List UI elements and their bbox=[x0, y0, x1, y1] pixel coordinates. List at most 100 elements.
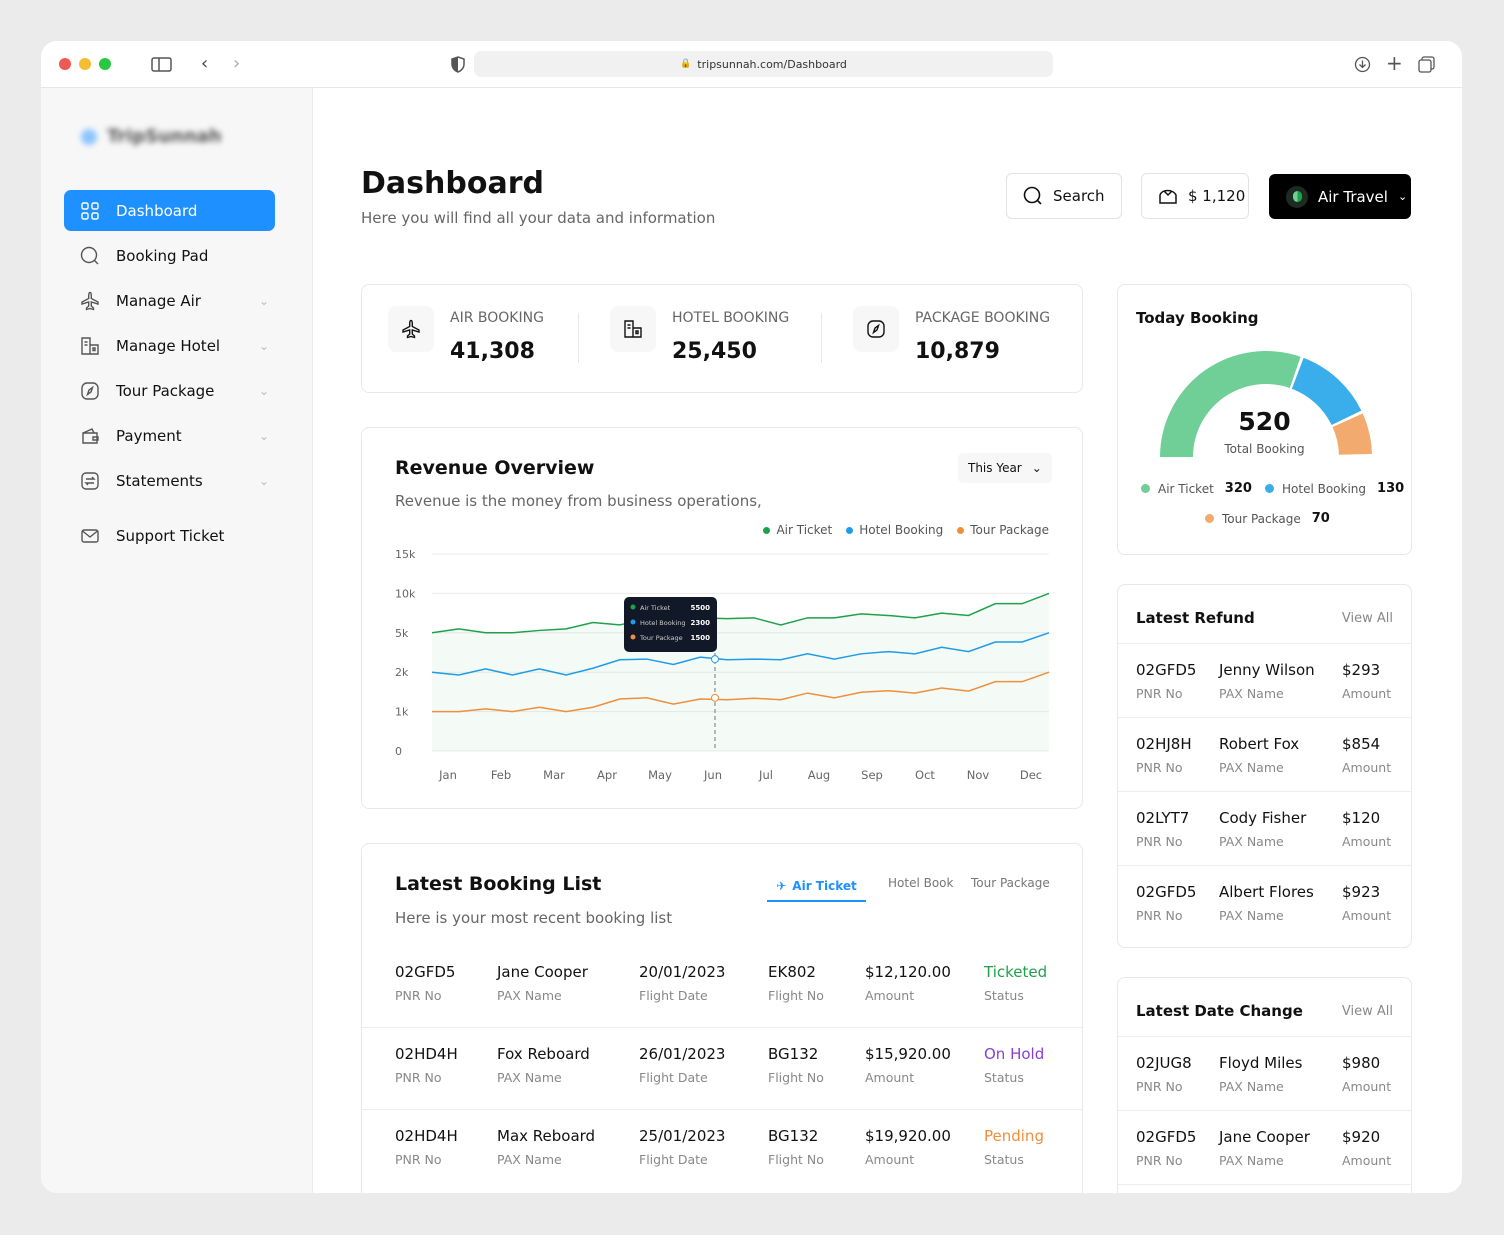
tooltip-label: Tour Package bbox=[639, 634, 683, 642]
cell-value: $12,120.00 bbox=[865, 963, 951, 981]
sidebar-item-label: Statements bbox=[116, 471, 203, 490]
booking-row[interactable]: 02GFD5 PNR No Jane Cooper PAX Name 20/01/202… bbox=[362, 946, 1082, 1028]
cell-amount: $923 Amount bbox=[1342, 883, 1391, 923]
cell-name: Floyd Miles PAX Name bbox=[1219, 1054, 1302, 1094]
refund-row[interactable]: 02GFD5 PNR No Jenny Wilson PAX Name $293 Amou… bbox=[1118, 644, 1411, 718]
tab-air-ticket[interactable]: ✈ Air Ticket bbox=[767, 872, 866, 902]
logo[interactable]: TripSunnah bbox=[81, 126, 222, 147]
x-tick-label: May bbox=[648, 768, 672, 782]
forward-icon[interactable]: › bbox=[233, 53, 240, 74]
balance-button[interactable]: $ 1,120 bbox=[1141, 173, 1249, 219]
cell-value: EK802 bbox=[768, 963, 816, 981]
cell-value: Jane Cooper bbox=[497, 963, 588, 981]
revenue-line-chart[interactable]: 0 1k 2k 5k 10k 15k Jan Feb Mar Apr May Jun Jul Aug Sep… bbox=[362, 428, 1084, 810]
view-all-link[interactable]: View All bbox=[1342, 1004, 1393, 1019]
back-icon[interactable]: ‹ bbox=[201, 53, 208, 74]
shield-icon[interactable] bbox=[451, 56, 465, 73]
tooltip-value: 5500 bbox=[691, 604, 711, 612]
booking-list-title: Latest Booking List bbox=[395, 873, 602, 895]
new-tab-icon[interactable]: + bbox=[1386, 51, 1403, 75]
stat-value: 41,308 bbox=[450, 339, 535, 364]
close-window-button[interactable] bbox=[59, 58, 71, 70]
cell-value: $120 bbox=[1342, 809, 1381, 827]
lock-icon: 🔒 bbox=[680, 59, 692, 69]
legend-value: 320 bbox=[1224, 481, 1252, 496]
cell-pnr: 02GFD5 PNR No bbox=[1136, 1128, 1196, 1168]
stat-icon-box bbox=[610, 306, 656, 352]
travel-mode-dropdown[interactable]: Air Travel ⌄ bbox=[1269, 174, 1411, 219]
chevron-down-icon: ⌄ bbox=[258, 473, 269, 488]
view-all-link[interactable]: View All bbox=[1342, 611, 1393, 626]
booking-cell-name: Jane Cooper PAX Name bbox=[497, 963, 588, 1003]
tooltip-dot bbox=[630, 619, 636, 625]
sidebar-toggle-icon[interactable] bbox=[151, 57, 173, 73]
cell-label: Flight Date bbox=[639, 1152, 708, 1167]
sidebar-item-statements[interactable]: Statements ⌄ bbox=[64, 460, 275, 501]
plane-icon bbox=[402, 319, 420, 339]
cell-name: Jenny Wilson PAX Name bbox=[1219, 661, 1315, 701]
cell-value: 02GFD5 bbox=[1136, 1128, 1197, 1146]
sidebar-item-manage-hotel[interactable]: Manage Hotel ⌄ bbox=[64, 325, 275, 366]
booking-cell-amount: $15,920.00 Amount bbox=[865, 1045, 951, 1085]
hover-marker bbox=[711, 693, 719, 702]
cell-value: Floyd Miles bbox=[1219, 1054, 1303, 1072]
plane-icon: ✈ bbox=[776, 879, 787, 893]
sidebar-item-tour-package[interactable]: Tour Package ⌄ bbox=[64, 370, 275, 411]
revenue-overview-card: Revenue Overview Revenue is the money fr… bbox=[361, 427, 1083, 809]
wallet-icon bbox=[82, 427, 99, 444]
sidebar-item-manage-air[interactable]: Manage Air ⌄ bbox=[64, 280, 275, 321]
cell-label: Status bbox=[984, 1070, 1024, 1085]
booking-cell-pnr: 02HD4H PNR No bbox=[395, 1127, 458, 1167]
cell-value: $15,920.00 bbox=[865, 1045, 951, 1063]
sidebar-item-dashboard[interactable]: Dashboard bbox=[64, 190, 275, 231]
cell-name: Albert Flores PAX Name bbox=[1219, 883, 1314, 923]
cell-label: Flight No bbox=[768, 988, 824, 1003]
cell-pnr: 02GFD5 PNR No bbox=[1136, 661, 1196, 701]
cell-label: Amount bbox=[865, 988, 915, 1003]
booking-cell-flight: BG132 Flight No bbox=[768, 1127, 824, 1167]
y-tick-label: 0 bbox=[395, 745, 402, 758]
booking-cell-date: 20/01/2023 Flight Date bbox=[639, 963, 725, 1003]
booking-cell-date: 25/01/2023 Flight Date bbox=[639, 1127, 725, 1167]
sidebar-item-support-ticket[interactable]: Support Ticket bbox=[64, 515, 275, 556]
chevron-down-icon: ⌄ bbox=[1397, 190, 1408, 203]
cell-label: PNR No bbox=[1136, 1153, 1183, 1168]
dchange-row[interactable]: 02JUG8 PNR No Floyd Miles PAX Name $980 Amoun… bbox=[1118, 1037, 1411, 1111]
search-button[interactable]: Search bbox=[1006, 173, 1122, 219]
dchange-row[interactable]: 02GFD5 PNR No Jane Cooper PAX Name $920 Amoun… bbox=[1118, 1111, 1411, 1185]
sidebar-item-label: Manage Hotel bbox=[116, 336, 221, 355]
tab-hotel-book[interactable]: Hotel Book bbox=[888, 876, 953, 890]
maximize-window-button[interactable] bbox=[99, 58, 111, 70]
tab-tour-package[interactable]: Tour Package bbox=[971, 876, 1050, 890]
stat-value: 10,879 bbox=[915, 339, 1000, 364]
booking-row[interactable]: 02HD4H PNR No Max Reboard PAX Name 25/01/202… bbox=[362, 1110, 1082, 1192]
refund-row[interactable]: 02GFD5 PNR No Albert Flores PAX Name $923 Amo… bbox=[1118, 866, 1411, 940]
booking-cell-flight: BG132 Flight No bbox=[768, 1045, 824, 1085]
dchange-title: Latest Date Change bbox=[1136, 1002, 1303, 1020]
cell-value: $293 bbox=[1342, 661, 1381, 679]
cell-value: 02GFD5 bbox=[1136, 661, 1197, 679]
address-bar[interactable]: 🔒 tripsunnah.com/Dashboard bbox=[474, 51, 1053, 77]
booking-cell-name: Fox Reboard PAX Name bbox=[497, 1045, 590, 1085]
refund-row[interactable]: 02HJ8H PNR No Robert Fox PAX Name $854 Amount bbox=[1118, 718, 1411, 792]
download-icon[interactable] bbox=[1354, 56, 1371, 73]
sidebar: TripSunnah Dashboard Booking Pad Manage Ai… bbox=[41, 88, 313, 1193]
cell-value: BG132 bbox=[768, 1127, 819, 1145]
minimize-window-button[interactable] bbox=[79, 58, 91, 70]
sidebar-item-booking-pad[interactable]: Booking Pad bbox=[64, 235, 275, 276]
sidebar-item-payment[interactable]: Payment ⌄ bbox=[64, 415, 275, 456]
refund-row[interactable]: 02LYT7 PNR No Cody Fisher PAX Name $120 Amoun… bbox=[1118, 792, 1411, 866]
y-tick-label: 15k bbox=[395, 548, 416, 561]
booking-cell-date: 26/01/2023 Flight Date bbox=[639, 1045, 725, 1085]
cell-label: PNR No bbox=[395, 1070, 442, 1085]
booking-row[interactable]: 02HD4H PNR No Fox Reboard PAX Name 26/01/202… bbox=[362, 1028, 1082, 1110]
cell-label: PAX Name bbox=[497, 1070, 562, 1085]
booking-cell-pnr: 02GFD5 PNR No bbox=[395, 963, 455, 1003]
browser-titlebar: ‹ › 🔒 tripsunnah.com/Dashboard + bbox=[41, 41, 1462, 88]
x-tick-label: Jun bbox=[703, 768, 722, 782]
booking-cell-amount: $19,920.00 Amount bbox=[865, 1127, 951, 1167]
tabs-icon[interactable] bbox=[1418, 56, 1435, 73]
cell-label: PAX Name bbox=[497, 1152, 562, 1167]
cell-label: Amount bbox=[1342, 834, 1392, 849]
cell-label: PNR No bbox=[1136, 1079, 1183, 1094]
